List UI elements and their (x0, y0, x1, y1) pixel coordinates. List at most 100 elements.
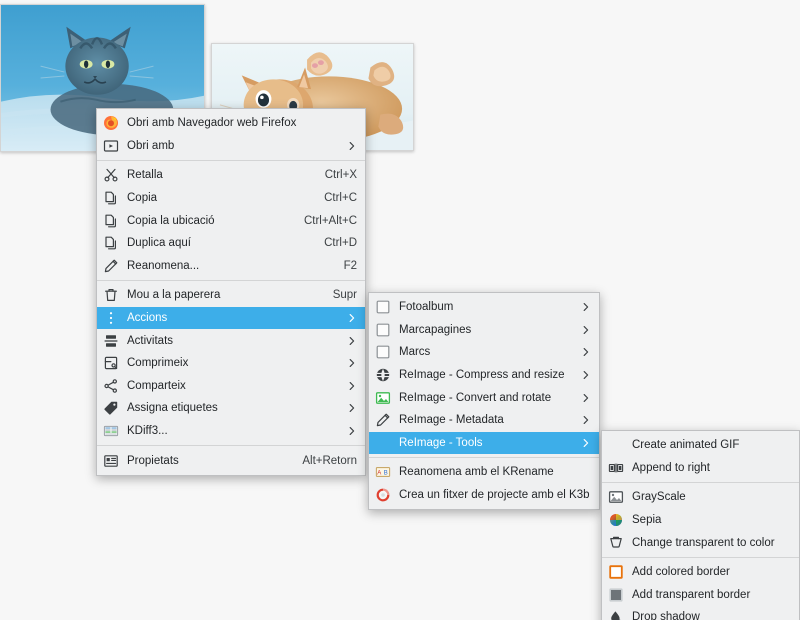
menu-item-label: Fotoalbum (399, 301, 454, 314)
dolphin-file-context-menu[interactable]: Obri amb Navegador web Firefox Obri amb Re… (96, 108, 366, 476)
menu-item-label: Marcs (399, 346, 431, 359)
menu-item-propietats[interactable]: Propietats Alt+Retorn (97, 449, 365, 472)
menu-item-label: Mou a la paperera (127, 289, 221, 302)
checkbox-empty-icon (375, 299, 391, 315)
menu-item-reimage-tools[interactable]: ReImage - Tools (369, 431, 599, 455)
menu-item-duplica-aqu[interactable]: Duplica aquí Ctrl+D (97, 232, 365, 255)
menu-item-activitats[interactable]: Activitats (97, 329, 365, 352)
menu-item-shortcut: Supr (332, 289, 357, 302)
menu-item-shortcut: Ctrl+C (324, 192, 357, 205)
menu-item-label: ReImage - Convert and rotate (399, 391, 552, 404)
menu-item-kdiff3[interactable]: KDiff3... (97, 420, 365, 443)
properties-icon (103, 453, 119, 469)
menu-item-label: Reanomena amb el KRename (399, 466, 554, 479)
activities-icon (103, 333, 119, 349)
submenu-arrow-icon (581, 302, 591, 312)
tag-icon (103, 400, 119, 416)
archive-icon (103, 355, 119, 371)
menu-item-copia-la-ubicaci[interactable]: Copia la ubicació Ctrl+Alt+C (97, 209, 365, 232)
svg-text:B: B (384, 471, 388, 477)
menu-item-create-animated-gif[interactable]: Create animated GIF (602, 434, 799, 457)
checkbox-empty-icon (375, 344, 391, 360)
submenu-arrow-icon (581, 438, 591, 448)
pencil-icon (375, 412, 391, 428)
globe-icon (375, 367, 391, 383)
menu-item-comparteix[interactable]: Comparteix (97, 375, 365, 398)
menu-item-label: Append to right (632, 461, 711, 474)
menu-item-label: Copia (127, 192, 158, 205)
submenu-arrow-icon (347, 403, 357, 413)
kdiff3-icon (103, 423, 119, 439)
menu-separator (602, 556, 799, 558)
menu-item-accions[interactable]: Accions (97, 306, 365, 330)
image-green-icon (375, 390, 391, 406)
menu-item-add-transparent-border[interactable]: Add transparent border (602, 584, 799, 607)
submenu-arrow-icon (581, 347, 591, 357)
menu-item-change-transparent-to-color[interactable]: Change transparent to color (602, 531, 799, 554)
menu-separator (97, 160, 365, 162)
submenu-arrow-icon (581, 370, 591, 380)
submenu-arrow-icon (347, 381, 357, 391)
menu-item-label: Marcapagines (399, 323, 472, 336)
menu-item-marcs[interactable]: Marcs (369, 341, 599, 364)
krename-icon: AB (375, 464, 391, 480)
grayscale-image-icon (608, 489, 624, 505)
share-icon (103, 378, 119, 394)
menu-item-shortcut: Ctrl+Alt+C (303, 214, 357, 227)
menu-separator (369, 457, 599, 459)
menu-item-label: Copia la ubicació (127, 214, 215, 227)
menu-item-append-to-right[interactable]: Append to right (602, 457, 799, 480)
menu-item-reimage-compress-and-resize[interactable]: ReImage - Compress and resize (369, 364, 599, 387)
menu-item-reimage-metadata[interactable]: ReImage - Metadata (369, 409, 599, 432)
menu-item-obri-amb[interactable]: Obri amb (97, 135, 365, 158)
menu-item-label: Propietats (127, 454, 179, 467)
menu-item-label: ReImage - Metadata (399, 414, 504, 427)
menu-item-label: Crea un fitxer de projecte amb el K3b (399, 489, 590, 502)
menu-item-reanomena-amb-el-krename[interactable]: A B Reanomena amb el KRename (369, 461, 599, 484)
submenu-arrow-icon (581, 393, 591, 403)
k3b-icon (375, 487, 391, 503)
submenu-arrow-icon (347, 336, 357, 346)
open-with-icon (103, 138, 119, 154)
menu-item-label: Comparteix (127, 379, 186, 392)
menu-item-label: GrayScale (632, 491, 686, 504)
menu-item-drop-shadow[interactable]: Drop shadow (602, 606, 799, 620)
menu-separator (97, 445, 365, 447)
menu-item-label: ReImage - Compress and resize (399, 369, 565, 382)
menu-item-reimage-convert-and-rotate[interactable]: ReImage - Convert and rotate (369, 386, 599, 409)
menu-item-obri-amb-navegador-web-firefox[interactable]: Obri amb Navegador web Firefox (97, 112, 365, 135)
menu-item-label: Drop shadow (632, 611, 700, 620)
menu-item-label: Duplica aquí (127, 237, 191, 250)
menu-item-label: Reanomena... (127, 259, 200, 272)
menu-item-sepia[interactable]: Sepia (602, 509, 799, 532)
menu-item-label: Activitats (127, 334, 174, 347)
menu-item-shortcut: Ctrl+D (324, 237, 357, 250)
menu-item-comprimeix[interactable]: Comprimeix (97, 352, 365, 375)
menu-item-crea-un-fitxer-de-projecte-amb-el-k3b[interactable]: Crea un fitxer de projecte amb el K3b (369, 484, 599, 507)
checkbox-empty-icon (375, 322, 391, 338)
menu-separator (97, 280, 365, 282)
drop-shadow-icon (608, 609, 624, 620)
accions-submenu[interactable]: Fotoalbum Marcapagines Marcs ReImage - Comp… (368, 292, 600, 511)
menu-item-fotoalbum[interactable]: Fotoalbum (369, 296, 599, 319)
submenu-arrow-icon (347, 313, 357, 323)
menu-item-label: Add colored border (632, 566, 730, 579)
menu-item-marcapagines[interactable]: Marcapagines (369, 319, 599, 342)
menu-item-add-colored-border[interactable]: Add colored border (602, 561, 799, 584)
reimage-tools-submenu[interactable]: Create animated GIF Append to right GraySc… (601, 430, 800, 620)
menu-item-reanomena[interactable]: Reanomena... F2 (97, 255, 365, 278)
menu-item-grayscale[interactable]: GrayScale (602, 486, 799, 509)
menu-item-mou-a-la-paperera[interactable]: Mou a la paperera Supr (97, 284, 365, 307)
submenu-arrow-icon (347, 141, 357, 151)
menu-item-assigna-etiquetes[interactable]: Assigna etiquetes (97, 397, 365, 420)
menu-item-copia[interactable]: Copia Ctrl+C (97, 187, 365, 210)
submenu-arrow-icon (581, 325, 591, 335)
copy-icon (103, 235, 119, 251)
color-wheel-icon (608, 512, 624, 528)
append-right-icon (608, 460, 624, 476)
copy-icon (103, 213, 119, 229)
menu-item-retalla[interactable]: Retalla Ctrl+X (97, 164, 365, 187)
menu-item-label: Comprimeix (127, 357, 189, 370)
menu-item-label: ReImage - Tools (399, 436, 483, 449)
colored-border-icon (608, 564, 624, 580)
